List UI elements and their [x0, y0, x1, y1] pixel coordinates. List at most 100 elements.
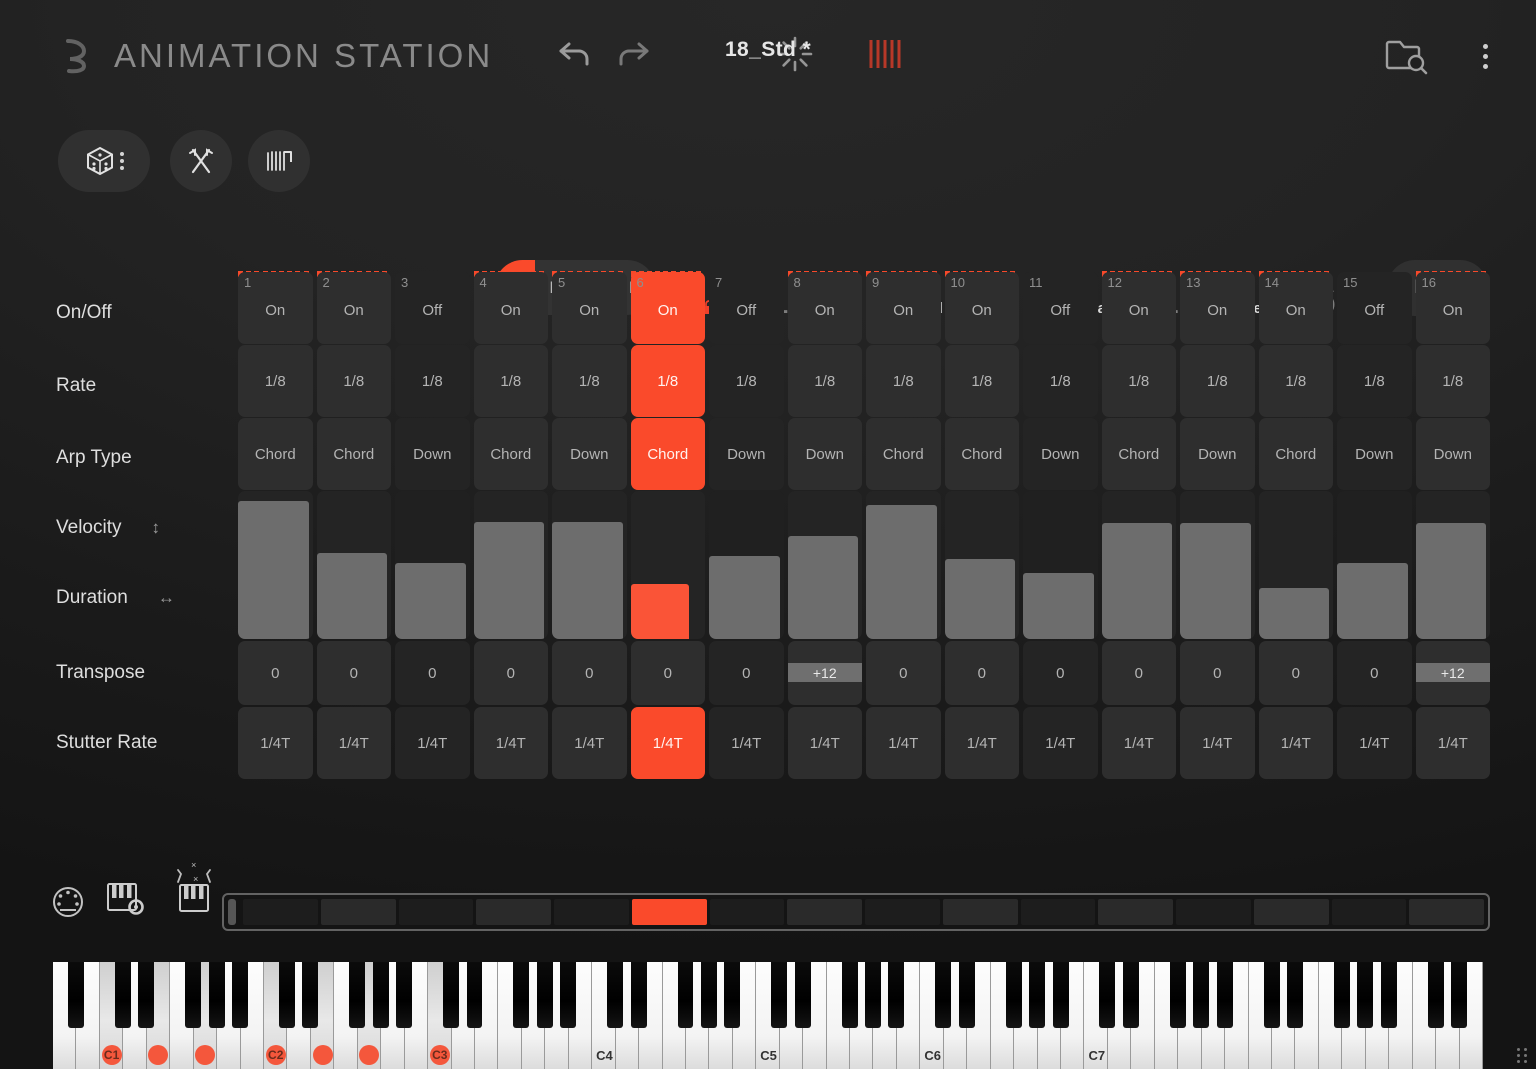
cell-velocity-duration-11[interactable] [1023, 491, 1098, 639]
cell-stutter-2[interactable]: 1/4T [316, 707, 391, 779]
cell-rate-13[interactable]: 1/8 [1180, 345, 1255, 417]
cell-stutter-15[interactable]: 1/4T [1337, 707, 1412, 779]
cell-stutter-9[interactable]: 1/4T [866, 707, 941, 779]
scroller-segment-2[interactable] [320, 899, 396, 925]
sunburst-loading-icon[interactable] [775, 34, 815, 79]
cell-velocity-duration-8[interactable] [787, 491, 862, 639]
cell-transpose-5[interactable]: 0 [552, 641, 627, 705]
cell-arp-10[interactable]: Chord [944, 418, 1019, 490]
cell-arp-13[interactable]: Down [1180, 418, 1255, 490]
scroller-segment-4[interactable] [476, 899, 551, 925]
cell-onoff-10[interactable]: 10 On [944, 272, 1019, 344]
cell-transpose-10[interactable]: 0 [944, 641, 1019, 705]
cell-rate-2[interactable]: 1/8 [316, 345, 391, 417]
black-key-C#4[interactable] [607, 962, 624, 1028]
black-key-F#5[interactable] [841, 962, 858, 1028]
black-key-A#0[interactable] [68, 962, 84, 1028]
velocity-bar[interactable] [944, 558, 1016, 639]
black-key-A#1[interactable] [232, 962, 249, 1028]
cell-rate-5[interactable]: 1/8 [552, 345, 627, 417]
strum-button[interactable] [248, 130, 310, 192]
velocity-bar[interactable] [1337, 563, 1408, 639]
cell-transpose-4[interactable]: 0 [473, 641, 548, 705]
midi-din-icon[interactable] [50, 884, 86, 925]
cell-stutter-13[interactable]: 1/4T [1180, 707, 1255, 779]
cell-velocity-duration-6[interactable] [630, 491, 705, 639]
cell-rate-3[interactable]: 1/8 [395, 345, 470, 417]
cell-onoff-9[interactable]: 9 On [866, 272, 941, 344]
velocity-bar[interactable] [630, 583, 689, 639]
black-key-G#5[interactable] [865, 962, 881, 1028]
velocity-bar[interactable] [552, 521, 623, 639]
black-key-F#7[interactable] [1169, 962, 1186, 1028]
black-key-A#3[interactable] [560, 962, 577, 1028]
cell-stutter-14[interactable]: 1/4T [1258, 707, 1333, 779]
black-key-A#2[interactable] [396, 962, 413, 1028]
cell-rate-6[interactable]: 1/8 [630, 345, 705, 417]
cell-velocity-duration-14[interactable] [1258, 491, 1333, 639]
cell-velocity-duration-12[interactable] [1101, 491, 1176, 639]
cell-transpose-9[interactable]: 0 [866, 641, 941, 705]
black-key-A#7[interactable] [1216, 962, 1233, 1028]
black-key-D#2[interactable] [302, 962, 319, 1028]
cell-rate-8[interactable]: 1/8 [787, 345, 862, 417]
black-key-G#3[interactable] [536, 962, 553, 1028]
cell-arp-8[interactable]: Down [787, 418, 862, 490]
scroller-segment-12[interactable] [1098, 899, 1173, 925]
cell-stutter-8[interactable]: 1/4T [787, 707, 862, 779]
black-key-F#2[interactable] [349, 962, 366, 1028]
undo-arrow-icon[interactable] [555, 36, 597, 77]
cell-velocity-duration-3[interactable] [395, 491, 470, 639]
keyboard-range-scrollbar[interactable] [222, 893, 1490, 931]
cell-velocity-duration-1[interactable] [238, 491, 313, 639]
black-key-C#3[interactable] [443, 962, 460, 1028]
cell-velocity-duration-4[interactable] [473, 491, 548, 639]
velocity-bar[interactable] [1023, 572, 1094, 639]
black-key-F#8[interactable] [1333, 962, 1350, 1028]
cell-stutter-6[interactable]: 1/4T [630, 707, 705, 779]
black-key-D#6[interactable] [958, 962, 975, 1028]
scroller-segment-8[interactable] [787, 899, 862, 925]
scroller-segment-1[interactable] [243, 899, 318, 925]
cell-arp-6[interactable]: Chord [630, 418, 705, 490]
scroller-segment-15[interactable] [1331, 899, 1407, 925]
cell-arp-12[interactable]: Chord [1101, 418, 1176, 490]
cell-velocity-duration-9[interactable] [866, 491, 941, 639]
randomize-dice-button[interactable] [58, 130, 150, 192]
cell-onoff-7[interactable]: 7 Off [709, 272, 784, 344]
cell-velocity-duration-2[interactable] [316, 491, 391, 639]
kebab-menu-icon[interactable] [1483, 43, 1488, 69]
black-key-C#8[interactable] [1263, 962, 1280, 1028]
cell-rate-15[interactable]: 1/8 [1337, 345, 1412, 417]
black-key-F#1[interactable] [185, 962, 202, 1028]
black-key-G#4[interactable] [700, 962, 717, 1028]
cell-transpose-1[interactable]: 0 [238, 641, 313, 705]
cell-velocity-duration-13[interactable] [1180, 491, 1255, 639]
velocity-bar[interactable] [238, 501, 309, 639]
cell-onoff-6[interactable]: 6 On [630, 272, 705, 344]
cell-onoff-8[interactable]: 8 On [787, 272, 862, 344]
cell-onoff-2[interactable]: 2 On [316, 272, 391, 344]
velocity-bar[interactable] [1258, 587, 1330, 639]
black-key-G#6[interactable] [1029, 962, 1046, 1028]
cell-transpose-12[interactable]: 0 [1101, 641, 1176, 705]
shuffle-button[interactable] [170, 130, 232, 192]
black-key-A#6[interactable] [1052, 962, 1069, 1028]
cell-stutter-7[interactable]: 1/4T [709, 707, 784, 779]
cell-onoff-12[interactable]: 12 On [1101, 272, 1176, 344]
cell-onoff-13[interactable]: 13 On [1180, 272, 1255, 344]
cell-arp-1[interactable]: Chord [238, 418, 313, 490]
cell-onoff-16[interactable]: 16 On [1415, 272, 1490, 344]
cell-arp-16[interactable]: Down [1415, 418, 1490, 490]
piano-keyboard[interactable]: C1C1C2C2C3C3C4C5C6C7 [53, 962, 1483, 1069]
black-key-C#2[interactable] [278, 962, 295, 1028]
black-key-F#3[interactable] [513, 962, 530, 1028]
black-key-G#2[interactable] [372, 962, 389, 1028]
black-key-A#4[interactable] [724, 962, 741, 1028]
cell-transpose-15[interactable]: 0 [1337, 641, 1412, 705]
cell-transpose-3[interactable]: 0 [395, 641, 470, 705]
scroller-segment-6[interactable] [631, 899, 707, 925]
black-key-C#7[interactable] [1099, 962, 1116, 1028]
cell-transpose-7[interactable]: 0 [709, 641, 784, 705]
keyboard-gear-icon[interactable] [104, 876, 150, 925]
